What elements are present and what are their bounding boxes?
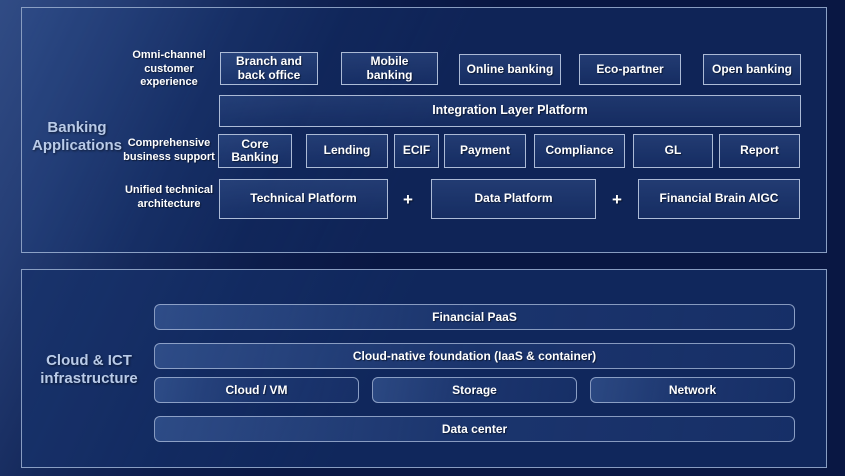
box-storage: Storage	[372, 377, 577, 403]
box-data-platform: Data Platform	[431, 179, 596, 219]
integration-layer-platform-bar: Integration Layer Platform	[219, 95, 801, 127]
box-network: Network	[590, 377, 795, 403]
box-core-banking: Core Banking	[218, 134, 292, 168]
box-technical-platform: Technical Platform	[219, 179, 388, 219]
plus-sign-1: +	[398, 190, 418, 210]
box-report: Report	[719, 134, 800, 168]
banking-applications-panel: Banking Applications Omni-channel custom…	[21, 7, 827, 253]
bar-financial-paas: Financial PaaS	[154, 304, 795, 330]
box-payment: Payment	[444, 134, 526, 168]
bar-data-center: Data center	[154, 416, 795, 442]
box-ecif: ECIF	[394, 134, 439, 168]
box-lending: Lending	[306, 134, 388, 168]
box-compliance: Compliance	[534, 134, 625, 168]
box-financial-brain-aigc: Financial Brain AIGC	[638, 179, 800, 219]
box-open-banking: Open banking	[703, 54, 801, 85]
cloud-section-label: Cloud & ICT infrastructure	[29, 352, 149, 388]
box-branch-back-office: Branch and back office	[220, 52, 318, 85]
row-label-comprehensive-business-support: Comprehensive business support	[114, 137, 224, 164]
box-gl: GL	[633, 134, 713, 168]
box-eco-partner: Eco-partner	[579, 54, 681, 85]
box-mobile-banking: Mobile banking	[341, 52, 438, 85]
plus-sign-2: +	[607, 190, 627, 210]
row-label-omni-channel: Omni-channel customer experience	[114, 49, 224, 90]
cloud-ict-infrastructure-panel: Cloud & ICT infrastructure Financial Paa…	[21, 269, 827, 468]
box-cloud-vm: Cloud / VM	[154, 377, 359, 403]
box-online-banking: Online banking	[459, 54, 561, 85]
row-label-unified-technical-architecture: Unified technical architecture	[114, 184, 224, 211]
bar-cloud-native-foundation: Cloud-native foundation (IaaS & containe…	[154, 343, 795, 369]
